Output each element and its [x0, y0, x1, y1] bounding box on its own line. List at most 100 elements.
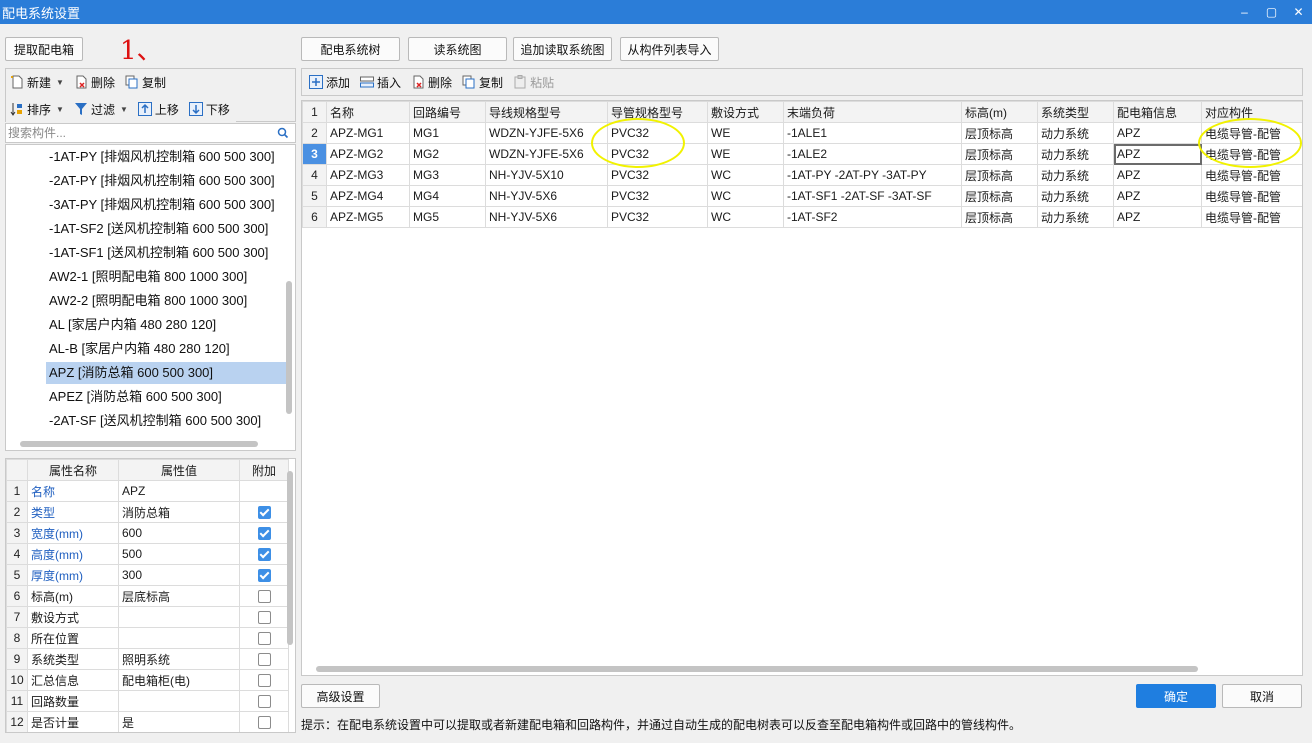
cell-box-info[interactable]: APZ: [1113, 164, 1202, 186]
tree-item[interactable]: AW2-2 [照明配电箱 800 1000 300]: [46, 290, 286, 312]
advanced-settings-button[interactable]: 高级设置: [301, 684, 380, 708]
grid-horizontal-scrollbar[interactable]: [316, 666, 1198, 672]
extra-checkbox[interactable]: [257, 505, 271, 519]
cancel-button[interactable]: 取消: [1222, 684, 1302, 708]
table-row[interactable]: 6 APZ-MG5 MG5 NH-YJV-5X6 PVC32 WC -1AT-S…: [302, 206, 1302, 228]
extra-checkbox[interactable]: [257, 715, 271, 729]
cell-system-type[interactable]: 动力系统: [1037, 143, 1114, 165]
new-button[interactable]: 新建 ▼: [6, 71, 70, 93]
cell-system-type[interactable]: 动力系统: [1037, 206, 1114, 228]
property-value[interactable]: 照明系统: [118, 648, 240, 670]
cell-wire-spec[interactable]: WDZN-YJFE-5X6: [485, 122, 608, 144]
cell-conduit-spec[interactable]: PVC32: [607, 143, 708, 165]
cell-end-load[interactable]: -1AT-SF1 -2AT-SF -3AT-SF: [783, 185, 962, 207]
append-read-system-diagram-button[interactable]: 追加读取系统图: [513, 37, 612, 61]
extra-checkbox[interactable]: [257, 568, 271, 582]
cell-laying-method[interactable]: WE: [707, 143, 784, 165]
cell-circuit[interactable]: MG5: [409, 206, 486, 228]
cell-elevation[interactable]: 层顶标高: [961, 122, 1038, 144]
extra-checkbox[interactable]: [257, 631, 271, 645]
cell-laying-method[interactable]: WC: [707, 185, 784, 207]
search-input[interactable]: [6, 125, 266, 141]
tree-item[interactable]: AL [家居户内箱 480 280 120]: [46, 314, 286, 336]
table-row[interactable]: 2 APZ-MG1 MG1 WDZN-YJFE-5X6 PVC32 WE -1A…: [302, 122, 1302, 144]
extra-checkbox[interactable]: [257, 526, 271, 540]
property-value[interactable]: [118, 627, 240, 649]
extract-distribution-box-button[interactable]: 提取配电箱: [5, 37, 83, 61]
cell-name[interactable]: APZ-MG3: [326, 164, 410, 186]
cell-name[interactable]: APZ-MG5: [326, 206, 410, 228]
cell-component[interactable]: 电缆导管-配管: [1201, 122, 1302, 144]
property-value[interactable]: 600: [118, 522, 240, 544]
cell-laying-method[interactable]: WC: [707, 206, 784, 228]
maximize-icon[interactable]: ▢: [1258, 0, 1285, 24]
cell-elevation[interactable]: 层顶标高: [961, 206, 1038, 228]
cell-conduit-spec[interactable]: PVC32: [607, 206, 708, 228]
cell-circuit[interactable]: MG3: [409, 164, 486, 186]
tree-item[interactable]: APEZ [消防总箱 600 500 300]: [46, 386, 286, 408]
cell-laying-method[interactable]: WC: [707, 164, 784, 186]
property-value[interactable]: [118, 690, 240, 712]
table-row[interactable]: 3 APZ-MG2 MG2 WDZN-YJFE-5X6 PVC32 WE -1A…: [302, 143, 1302, 165]
cell-conduit-spec[interactable]: PVC32: [607, 185, 708, 207]
move-up-button[interactable]: 上移: [134, 98, 185, 120]
filter-button[interactable]: 过滤 ▼: [70, 98, 134, 120]
extra-checkbox[interactable]: [257, 547, 271, 561]
cell-elevation[interactable]: 层顶标高: [961, 143, 1038, 165]
cell-name[interactable]: APZ-MG2: [326, 143, 410, 165]
tree-item[interactable]: -3AT-PY [排烟风机控制箱 600 500 300]: [46, 194, 286, 216]
cell-box-info[interactable]: APZ: [1113, 122, 1202, 144]
tree-horizontal-scrollbar[interactable]: [20, 441, 258, 447]
close-icon[interactable]: ✕: [1285, 0, 1312, 24]
extra-checkbox[interactable]: [257, 589, 271, 603]
tree-vertical-scrollbar[interactable]: [286, 281, 292, 414]
minimize-icon[interactable]: –: [1231, 0, 1258, 24]
ok-button[interactable]: 确定: [1136, 684, 1216, 708]
import-from-component-list-button[interactable]: 从构件列表导入: [620, 37, 719, 61]
property-value[interactable]: [118, 606, 240, 628]
add-row-button[interactable]: 添加: [305, 71, 356, 93]
cell-laying-method[interactable]: WE: [707, 122, 784, 144]
property-value[interactable]: 300: [118, 564, 240, 586]
move-down-button[interactable]: 下移: [185, 98, 236, 120]
cell-component[interactable]: 电缆导管-配管: [1201, 185, 1302, 207]
extra-checkbox[interactable]: [257, 610, 271, 624]
property-value[interactable]: 配电箱柜(电): [118, 669, 240, 691]
copy-row-button[interactable]: 复制: [458, 71, 509, 93]
extra-checkbox[interactable]: [257, 694, 271, 708]
cell-system-type[interactable]: 动力系统: [1037, 164, 1114, 186]
property-vertical-scrollbar[interactable]: [287, 471, 293, 645]
property-value[interactable]: 消防总箱: [118, 501, 240, 523]
cell-system-type[interactable]: 动力系统: [1037, 185, 1114, 207]
property-value[interactable]: APZ: [118, 480, 240, 502]
paste-row-button[interactable]: 粘贴: [509, 71, 560, 93]
insert-row-button[interactable]: 插入: [356, 71, 407, 93]
table-row[interactable]: 4 APZ-MG3 MG3 NH-YJV-5X10 PVC32 WC -1AT-…: [302, 164, 1302, 186]
cell-name[interactable]: APZ-MG4: [326, 185, 410, 207]
search-icon[interactable]: [277, 127, 289, 139]
delete-button[interactable]: 删除: [70, 71, 121, 93]
cell-circuit[interactable]: MG4: [409, 185, 486, 207]
tree-item[interactable]: -1AT-PY [排烟风机控制箱 600 500 300]: [46, 146, 286, 168]
cell-name[interactable]: APZ-MG1: [326, 122, 410, 144]
cell-box-info-focused[interactable]: APZ: [1113, 143, 1202, 165]
distribution-tree-button[interactable]: 配电系统树: [301, 37, 400, 61]
cell-wire-spec[interactable]: NH-YJV-5X6: [485, 185, 608, 207]
read-system-diagram-button[interactable]: 读系统图: [408, 37, 507, 61]
cell-circuit[interactable]: MG2: [409, 143, 486, 165]
cell-end-load[interactable]: -1ALE2: [783, 143, 962, 165]
tree-item[interactable]: -1AT-SF2 [送风机控制箱 600 500 300]: [46, 218, 286, 240]
copy-button[interactable]: 复制: [121, 71, 172, 93]
cell-component[interactable]: 电缆导管-配管: [1201, 164, 1302, 186]
property-value[interactable]: 层底标高: [118, 585, 240, 607]
cell-box-info[interactable]: APZ: [1113, 206, 1202, 228]
cell-end-load[interactable]: -1AT-PY -2AT-PY -3AT-PY: [783, 164, 962, 186]
cell-end-load[interactable]: -1AT-SF2: [783, 206, 962, 228]
cell-elevation[interactable]: 层顶标高: [961, 185, 1038, 207]
tree-item[interactable]: -2AT-SF [送风机控制箱 600 500 300]: [46, 410, 286, 432]
cell-conduit-spec[interactable]: PVC32: [607, 122, 708, 144]
sort-button[interactable]: 排序 ▼: [6, 98, 70, 120]
property-value[interactable]: 500: [118, 543, 240, 565]
cell-component[interactable]: 电缆导管-配管: [1201, 206, 1302, 228]
cell-end-load[interactable]: -1ALE1: [783, 122, 962, 144]
